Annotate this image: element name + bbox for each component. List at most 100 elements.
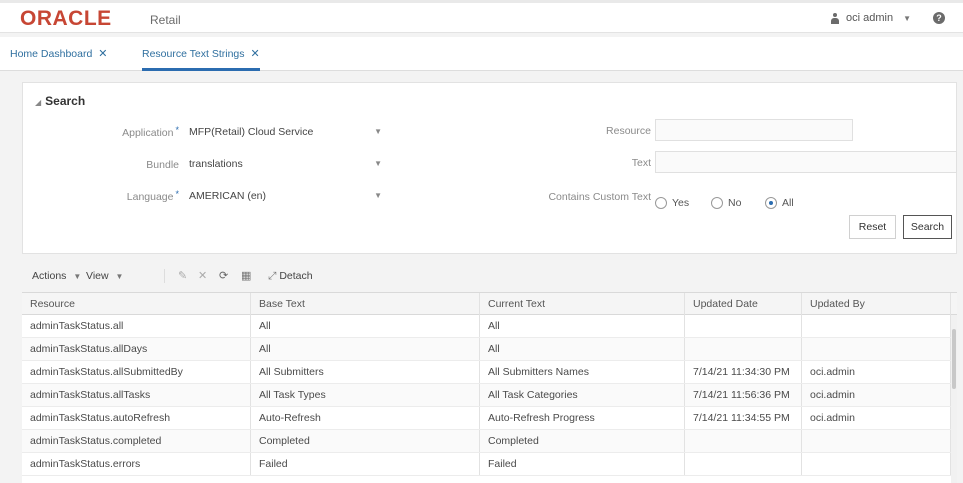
close-icon[interactable]: ✕ [251,48,260,60]
cell-current-text: Failed [480,453,685,475]
table-row[interactable]: adminTaskStatus.allSubmittedBy All Submi… [22,361,957,384]
reset-button[interactable]: Reset [849,215,896,239]
cell-base-text: Completed [251,430,480,452]
collapse-triangle-icon: ◢ [35,98,42,107]
cell-updated-by [802,338,951,360]
cell-updated-date [685,315,802,337]
actions-menu[interactable]: Actions ▼ [32,270,81,282]
cell-resource: adminTaskStatus.autoRefresh [22,407,251,429]
delete-icon[interactable]: ✕ [198,269,207,282]
search-section-header[interactable]: ◢ Search [35,94,85,108]
cell-resource: adminTaskStatus.errors [22,453,251,475]
help-icon[interactable]: ? [933,12,945,24]
cell-updated-date [685,338,802,360]
table-row[interactable]: adminTaskStatus.errors Failed Failed [22,453,957,476]
column-header-updated-date[interactable]: Updated Date [685,293,802,315]
bundle-select[interactable]: translations ▼ [183,153,388,175]
search-title: Search [45,94,86,108]
bundle-label: Bundle [146,159,179,171]
resource-input[interactable] [655,119,853,141]
toolbar-divider [164,269,165,283]
text-label: Text [631,157,651,169]
table-row[interactable]: adminTaskStatus.all All All [22,315,957,338]
cell-updated-by: oci.admin [802,384,951,406]
table-row[interactable]: adminTaskStatus.allTasks All Task Types … [22,384,957,407]
cell-updated-by: oci.admin [802,407,951,429]
calendar-icon[interactable]: ▦ [241,269,251,282]
close-icon[interactable]: ✕ [98,48,107,60]
vertical-scrollbar[interactable] [951,315,957,483]
radio-circle [655,197,667,209]
column-header-current-text[interactable]: Current Text [480,293,685,315]
user-menu[interactable]: oci admin ▼ ? [830,12,945,24]
cell-updated-by [802,315,951,337]
view-menu[interactable]: View ▼ [86,270,123,282]
chevron-down-icon: ▼ [73,272,82,281]
radio-no[interactable]: No [711,197,741,209]
table-row[interactable]: adminTaskStatus.allDays All All [22,338,957,361]
search-button[interactable]: Search [903,215,952,239]
chevron-down-icon: ▼ [374,159,382,168]
application-label: Application * [122,125,179,139]
product-name: Retail [150,13,181,27]
tab-resource-text-strings[interactable]: Resource Text Strings ✕ [142,37,260,71]
refresh-icon[interactable]: ⟳ [219,269,228,282]
tab-home-dashboard[interactable]: Home Dashboard ✕ [10,37,108,71]
user-name: oci admin [846,12,894,24]
search-panel: ◢ Search Application * MFP(Retail) Cloud S… [22,82,957,254]
cell-updated-by: oci.admin [802,361,951,383]
radio-yes[interactable]: Yes [655,197,689,209]
cell-resource: adminTaskStatus.allTasks [22,384,251,406]
application-value: MFP(Retail) Cloud Service [189,126,314,138]
cell-current-text: All Task Categories [480,384,685,406]
cell-current-text: Completed [480,430,685,452]
column-header-updated-by[interactable]: Updated By [802,293,951,315]
cell-updated-date [685,453,802,475]
detach-button[interactable]: ⤢ Detach [268,270,313,283]
table-toolbar: Actions ▼ View ▼ ✎ ✕ ⟳ ▦ ⤢ Detach [22,263,957,291]
cell-current-text: All Submitters Names [480,361,685,383]
radio-circle-selected [765,197,777,209]
cell-resource: adminTaskStatus.completed [22,430,251,452]
column-header-resource[interactable]: Resource [22,293,251,315]
cell-resource: adminTaskStatus.all [22,315,251,337]
radio-circle [711,197,723,209]
cell-base-text: Auto-Refresh [251,407,480,429]
table-row[interactable]: adminTaskStatus.autoRefresh Auto-Refresh… [22,407,957,430]
contains-custom-text-label: Contains Custom Text [548,191,651,203]
table-header: Resource Base Text Current Text Updated … [22,293,957,315]
cell-base-text: Failed [251,453,480,475]
language-select[interactable]: AMERICAN (en) ▼ [183,185,388,207]
cell-current-text: All [480,315,685,337]
cell-updated-date [685,430,802,452]
resource-label: Resource [606,125,651,137]
chevron-down-icon: ▼ [374,127,382,136]
cell-base-text: All [251,338,480,360]
cell-base-text: All Submitters [251,361,480,383]
application-select[interactable]: MFP(Retail) Cloud Service ▼ [183,121,388,143]
cell-base-text: All Task Types [251,384,480,406]
oracle-logo: ORACLE [20,7,112,30]
chevron-down-icon: ▼ [374,191,382,200]
cell-updated-by [802,453,951,475]
bundle-value: translations [189,158,243,170]
language-label: Language * [126,189,179,203]
cell-updated-date: 7/14/21 11:34:55 PM [685,407,802,429]
chevron-down-icon: ▼ [115,272,124,281]
edit-icon[interactable]: ✎ [178,269,187,282]
detach-icon: ⤢ [268,270,277,282]
cell-updated-date: 7/14/21 11:56:36 PM [685,384,802,406]
tab-label: Home Dashboard [10,48,93,60]
text-input[interactable] [655,151,957,173]
scrollbar-thumb[interactable] [952,329,956,389]
radio-all[interactable]: All [765,197,794,209]
cell-current-text: Auto-Refresh Progress [480,407,685,429]
chevron-down-icon: ▼ [903,13,911,23]
cell-current-text: All [480,338,685,360]
cell-updated-date: 7/14/21 11:34:30 PM [685,361,802,383]
column-header-base-text[interactable]: Base Text [251,293,480,315]
table-row[interactable]: adminTaskStatus.completed Completed Comp… [22,430,957,453]
user-icon [830,12,840,24]
cell-resource: adminTaskStatus.allSubmittedBy [22,361,251,383]
cell-resource: adminTaskStatus.allDays [22,338,251,360]
